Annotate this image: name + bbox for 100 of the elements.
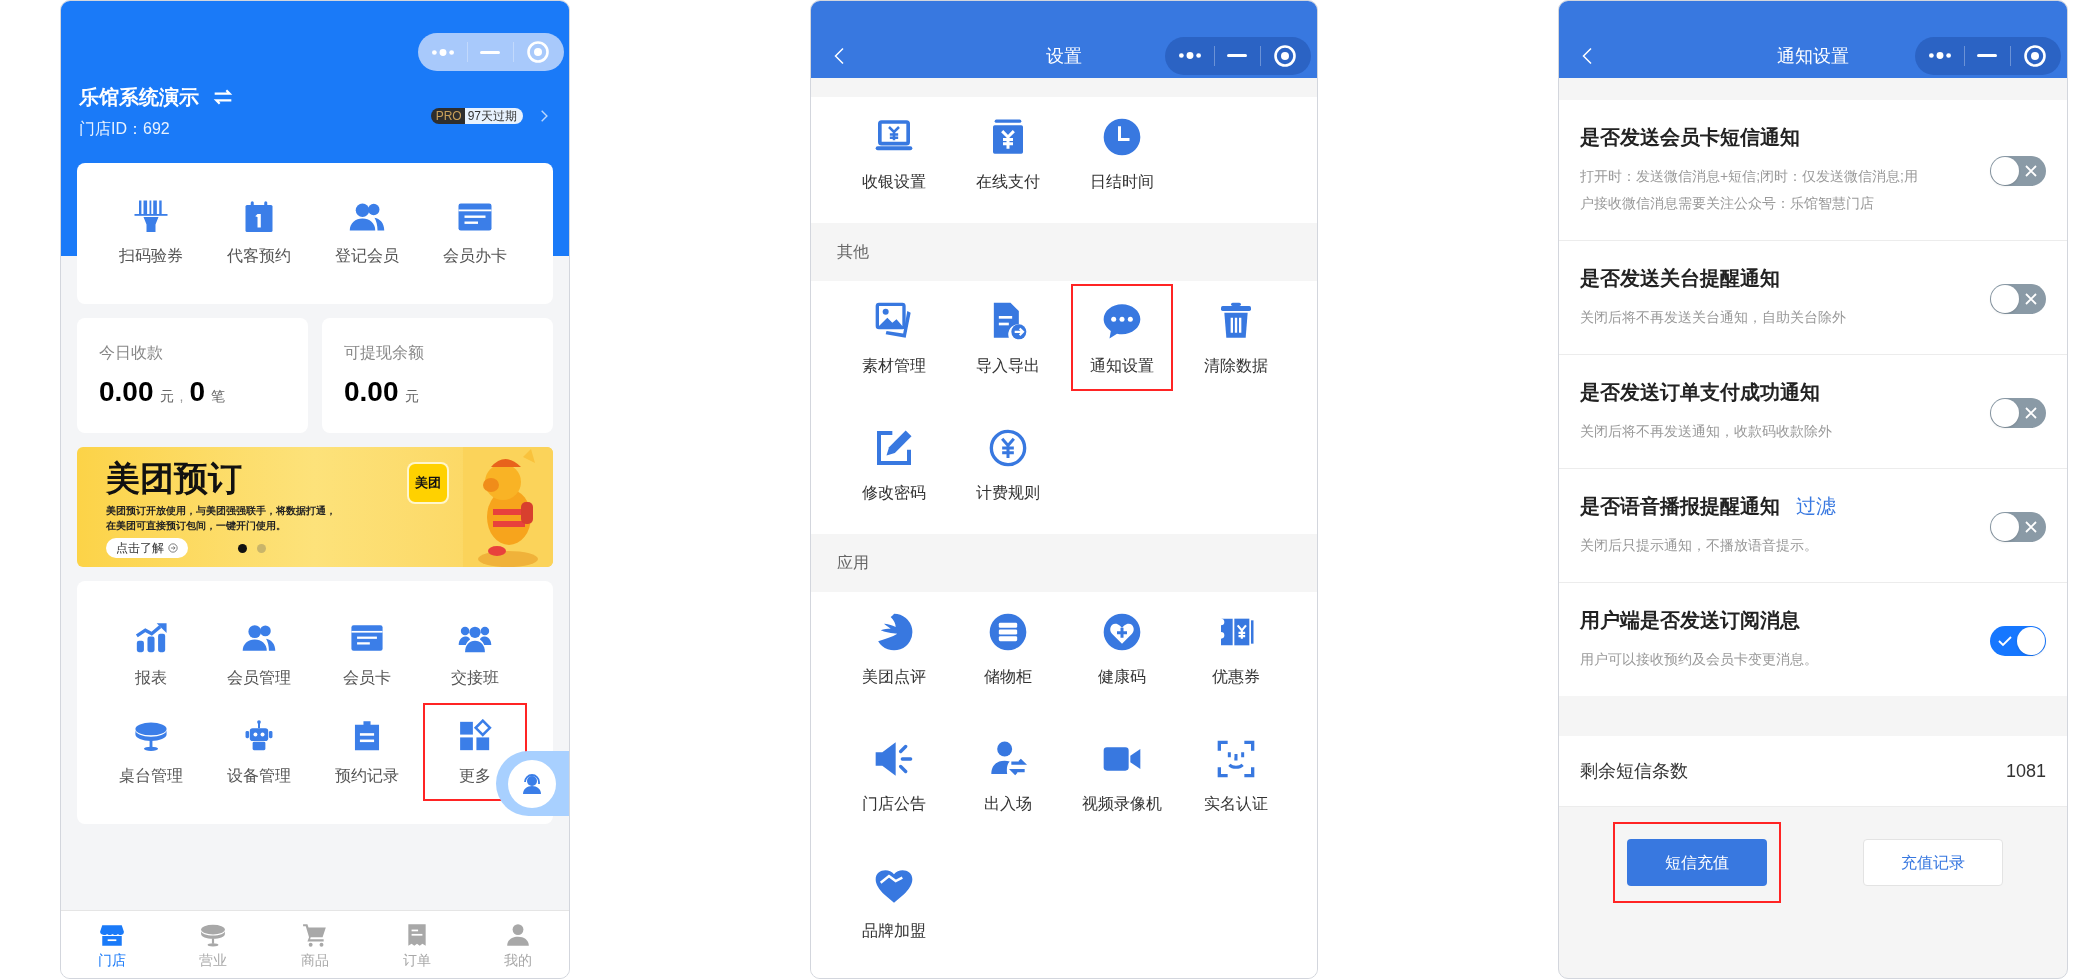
option-title: 是否语音播报提醒通知	[1580, 494, 1780, 518]
option-title: 是否发送订单支付成功通知	[1580, 380, 1820, 404]
swap-icon	[213, 87, 233, 107]
option-title: 用户端是否发送订阅消息	[1580, 608, 1800, 632]
feature-item[interactable]: 会员卡	[343, 621, 391, 689]
store-name: 乐馆系统演示	[79, 85, 199, 109]
settings-item[interactable]: 清除数据	[1185, 284, 1287, 391]
check-icon	[1998, 633, 2012, 648]
page-title: 通知设置	[1777, 44, 1849, 68]
minimize-icon	[480, 50, 500, 54]
option-description: 关闭后只提示通知，不播放语音提示。	[1580, 536, 1819, 555]
settings-item[interactable]: 视频录像机	[1071, 722, 1173, 829]
toggle-switch[interactable]	[1990, 397, 2046, 428]
stat-unit: 元	[404, 387, 419, 406]
recharge-button[interactable]: 短信充值	[1627, 839, 1767, 886]
menu-capsule[interactable]	[1915, 36, 2061, 75]
more-icon	[432, 48, 454, 56]
stat-amount: 0.00	[344, 376, 399, 408]
close-icon	[2024, 519, 2038, 534]
chart-icon	[133, 621, 169, 655]
settings-item[interactable]: 通知设置	[1071, 284, 1173, 391]
settings-item[interactable]: 日结时间	[1071, 100, 1173, 207]
table-icon	[200, 922, 227, 948]
settings-item[interactable]: 储物柜	[957, 595, 1059, 702]
menu-capsule[interactable]	[418, 33, 564, 71]
store-id: 门店ID：692	[79, 119, 171, 139]
toggle-switch[interactable]	[1990, 511, 2046, 542]
megaphone-icon	[874, 739, 914, 779]
settings-item[interactable]: 素材管理	[843, 284, 945, 391]
quick-action[interactable]: 会员办卡	[421, 199, 529, 267]
feature-item[interactable]: 报表	[133, 621, 169, 689]
records-button[interactable]: 充值记录	[1863, 839, 2003, 886]
quick-action[interactable]: 代客预约	[205, 199, 313, 267]
settings-item[interactable]: 修改密码	[843, 411, 945, 518]
chat-icon	[1102, 301, 1142, 341]
more-icon	[1179, 52, 1201, 59]
settings-item[interactable]: 美团点评	[843, 595, 945, 702]
option-description: 关闭后将不再发送关台通知，自助关台除外	[1580, 308, 1847, 327]
settings-item[interactable]: 在线支付	[957, 100, 1059, 207]
settings-item[interactable]: 出入场	[957, 722, 1059, 829]
settings-item[interactable]: 品牌加盟	[843, 849, 945, 956]
row-label: 剩余短信条数	[1580, 759, 1688, 783]
option-description: 用户可以接收预约及会员卡变更消息。	[1580, 650, 1819, 669]
coin-icon	[988, 428, 1028, 468]
settings-item[interactable]: 优惠券	[1185, 595, 1287, 702]
arrow-icon	[168, 543, 178, 553]
banner-text: 美团预订开放使用，与美团强强联手，将数据打通，	[106, 504, 337, 518]
filter-link[interactable]: 过滤	[1796, 494, 1836, 518]
banner-text: 在美团可直接预订包间，一键开门使用。	[106, 519, 287, 533]
learn-more-button[interactable]: 点击了解	[106, 538, 188, 558]
headset-icon	[520, 771, 544, 796]
store-icon	[98, 922, 125, 948]
plan-badge: PRO	[430, 108, 465, 124]
settings-item[interactable]: 导入导出	[957, 284, 1059, 391]
toggle-switch[interactable]	[1990, 283, 2046, 314]
more-icon	[1929, 52, 1951, 59]
option-title: 是否发送会员卡短信通知	[1580, 125, 1800, 149]
tab-item[interactable]: 门店	[61, 911, 163, 978]
close-icon	[2024, 164, 2038, 178]
feature-item[interactable]: 预约记录	[335, 719, 399, 787]
settings-item[interactable]: 收银设置	[843, 100, 945, 207]
feature-item[interactable]: 桌台管理	[119, 719, 183, 787]
heart-plus-icon	[1102, 612, 1142, 652]
settings-item[interactable]: 计费规则	[957, 411, 1059, 518]
toggle-switch[interactable]	[1990, 156, 2046, 186]
stat-unit: 笔	[210, 387, 225, 406]
edit-icon	[874, 428, 914, 468]
option-description: 关闭后将不再发送通知，收款码收款除外	[1580, 422, 1833, 441]
feature-item[interactable]: 交接班	[451, 621, 499, 689]
option-title: 是否发送关台提醒通知	[1580, 266, 1780, 290]
quick-action[interactable]: 扫码验券	[97, 199, 205, 267]
section-heading: 其他	[837, 242, 869, 262]
cart-icon	[302, 922, 328, 948]
stat-label: 今日收款	[99, 343, 164, 363]
stat-count: 0	[189, 376, 205, 408]
target-icon	[526, 40, 550, 64]
settings-item[interactable]: 实名认证	[1185, 722, 1287, 829]
promo-banner[interactable]: 美团预订 美团预订开放使用，与美团强强联手，将数据打通， 在美团可直接预订包间，一键开门使用。 点击了解 美团	[77, 447, 553, 567]
brand-logo: 美团	[407, 462, 449, 504]
feature-item[interactable]: 更多	[457, 719, 493, 787]
close-icon	[2024, 291, 2038, 306]
menu-capsule[interactable]	[1165, 36, 1311, 75]
toggle-switch[interactable]	[1990, 625, 2046, 656]
target-icon	[1273, 43, 1297, 68]
support-button[interactable]	[496, 751, 569, 816]
feature-item[interactable]: 会员管理	[227, 621, 291, 689]
quick-action[interactable]: 登记会员	[313, 199, 421, 267]
row-value: 1081	[2005, 759, 2046, 783]
stat-label: 可提现余额	[344, 343, 425, 363]
target-icon	[2023, 43, 2047, 68]
banner-title: 美团预订	[106, 459, 243, 497]
separator-text: ,	[179, 387, 184, 406]
settings-item[interactable]: 门店公告	[843, 722, 945, 829]
stat-amount: 0.00	[99, 376, 154, 408]
page-title: 设置	[1046, 44, 1082, 68]
section-heading: 应用	[837, 553, 869, 573]
option-description: 打开时：发送微信消息+短信;闭时：仅发送微信消息;用户接收微信消息需要关注公众号：乐馆智慧门店	[1580, 167, 1919, 213]
storage-icon	[988, 612, 1028, 652]
feature-item[interactable]: 设备管理	[227, 719, 291, 787]
settings-item[interactable]: 健康码	[1071, 595, 1173, 702]
